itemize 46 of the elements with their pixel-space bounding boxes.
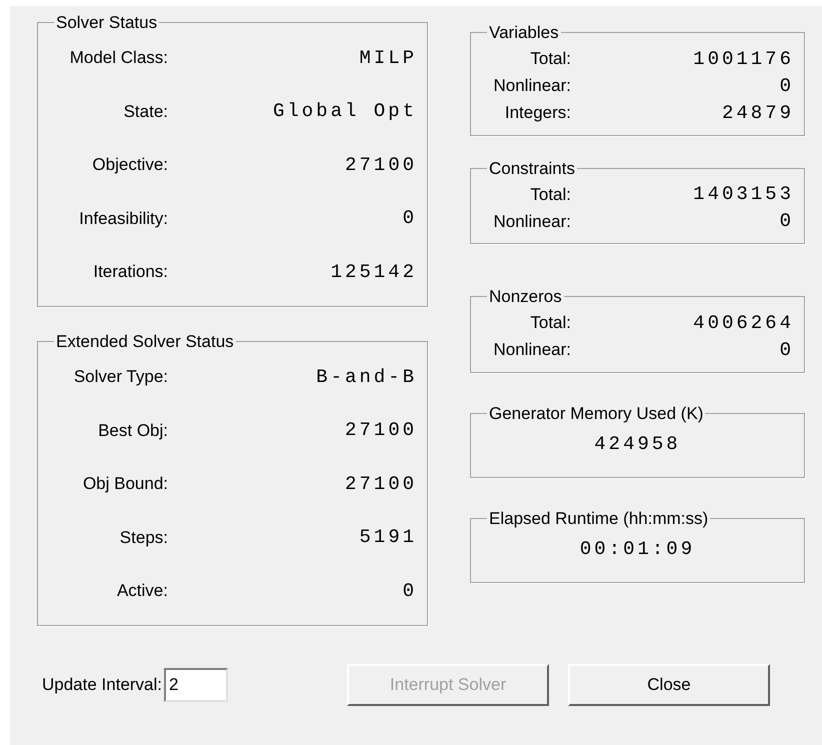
- field-label: Nonlinear:: [492, 210, 571, 233]
- value-text: Global Opt: [272, 99, 417, 124]
- field-label: Steps:: [118, 526, 168, 548]
- update-interval-label: Update Interval:: [42, 674, 162, 696]
- group-title: Extended Solver Status: [55, 331, 235, 353]
- dialog-button[interactable]: Close: [568, 664, 770, 706]
- value-text: 27100: [344, 472, 417, 496]
- group-title: Variables: [488, 22, 560, 44]
- value-text: 27100: [344, 152, 417, 178]
- field-label: Solver Type:: [72, 366, 168, 388]
- value-text: 5191: [359, 525, 417, 550]
- value-text: 0: [402, 206, 417, 231]
- group-title: Generator Memory Used (K): [488, 402, 704, 424]
- value-text: 0: [402, 578, 417, 604]
- value-text: 4006264: [693, 310, 794, 336]
- update-interval-field[interactable]: 2: [164, 668, 228, 702]
- field-label: Nonlinear:: [492, 339, 571, 362]
- field-label: Total:: [529, 184, 571, 206]
- value-text: 424958: [594, 432, 681, 457]
- field-label: Total:: [529, 48, 571, 70]
- field-label: Infeasibility:: [78, 208, 168, 230]
- value-text: 0: [780, 338, 794, 363]
- value-text: 0: [780, 209, 794, 234]
- group-title: Constraints: [488, 158, 576, 180]
- value-text: 125142: [330, 260, 417, 284]
- value-text: 1001176: [693, 46, 794, 72]
- value-text: 27100: [344, 418, 417, 443]
- field-label: Total:: [529, 312, 571, 334]
- field-label: Best Obj:: [97, 420, 168, 442]
- field-label: Active:: [116, 580, 168, 602]
- field-label: Iterations:: [92, 261, 168, 283]
- value-text: 00:01:09: [580, 537, 696, 562]
- value-text: 24879: [722, 100, 794, 126]
- field-label: Nonlinear:: [492, 75, 571, 98]
- value-text: B-and-B: [316, 364, 417, 390]
- field-label: Integers:: [504, 102, 571, 124]
- group-title: Nonzeros: [488, 286, 563, 308]
- field-label: State:: [122, 100, 168, 122]
- value-text: 0: [780, 74, 794, 99]
- value-text: MILP: [359, 46, 417, 70]
- field-label: Objective:: [91, 154, 168, 176]
- field-label: Model Class:: [68, 47, 168, 69]
- value-text: 1403153: [693, 182, 794, 208]
- group-title: Solver Status: [55, 12, 158, 34]
- group-title: Elapsed Runtime (hh:mm:ss): [488, 508, 710, 530]
- field-label: Obj Bound:: [82, 473, 168, 495]
